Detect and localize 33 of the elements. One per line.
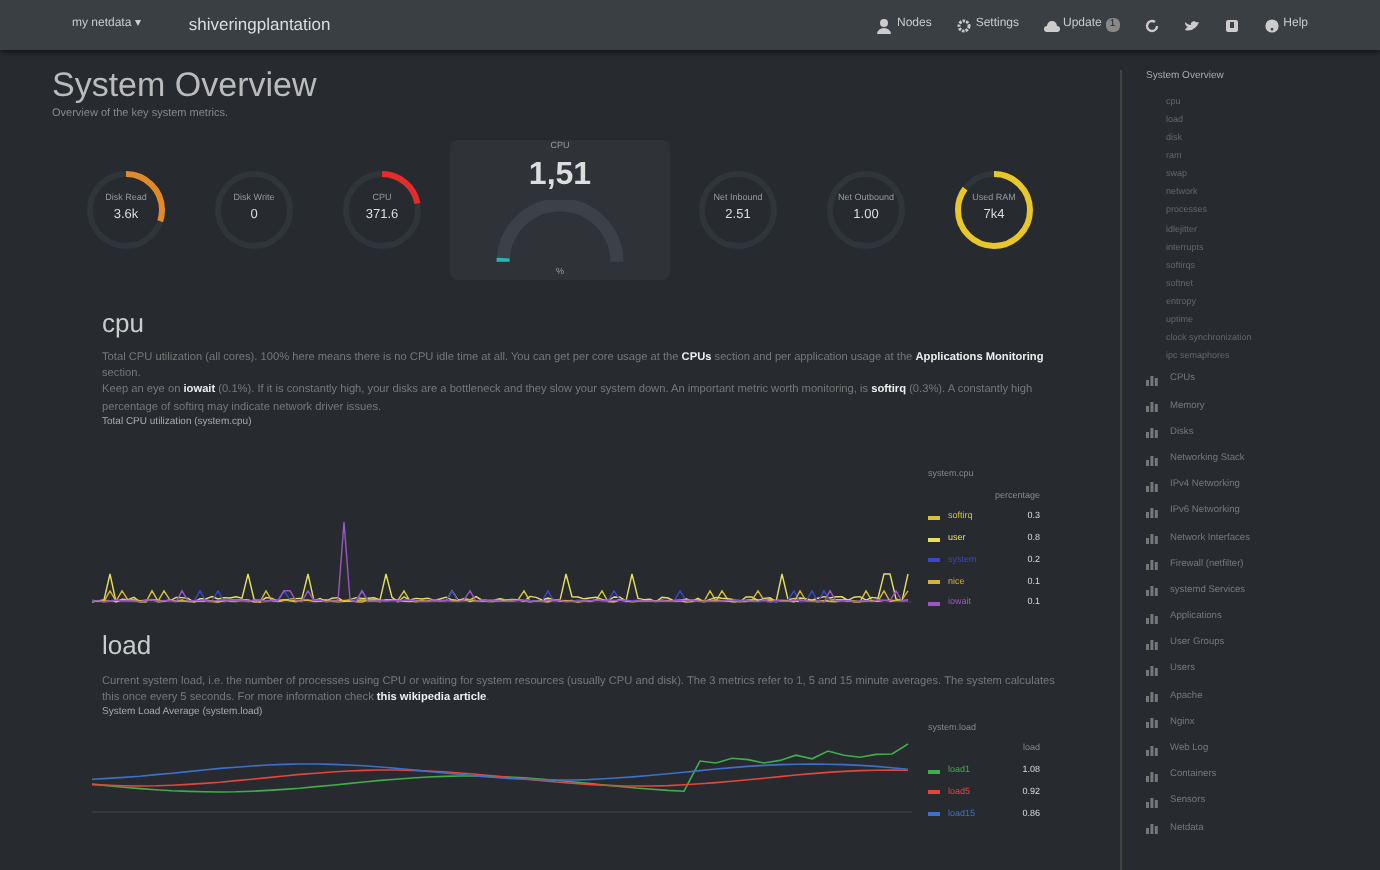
gauge-ring [950, 165, 1038, 254]
refresh-icon [1143, 17, 1160, 33]
bird-icon [1183, 17, 1200, 33]
chart-icon [1146, 558, 1158, 571]
gauge-ring [338, 165, 426, 254]
chart-icon [1146, 373, 1158, 386]
person-icon [876, 17, 893, 33]
host-name: shiveringplantation [188, 12, 331, 38]
section-title: load [102, 630, 154, 662]
chart-icon [1146, 716, 1158, 729]
gauge-ring [82, 165, 170, 254]
chart-icon [1146, 532, 1158, 545]
gauge-value: 1,51 [528, 156, 592, 197]
cloud-icon [1043, 17, 1060, 33]
chart-icon [1146, 769, 1158, 782]
chart-icon [1146, 400, 1158, 413]
page-title: System Overview [52, 66, 319, 107]
chart-icon [1146, 690, 1158, 703]
section-title: cpu [102, 307, 146, 339]
chart-icon [1146, 637, 1158, 650]
help-icon [1263, 17, 1280, 33]
square-icon [1223, 17, 1240, 33]
chart-icon [1146, 479, 1158, 492]
settings-icon [955, 17, 972, 33]
chart-icon [1146, 743, 1158, 756]
chart-icon [1146, 822, 1158, 835]
chart-icon [1146, 426, 1158, 439]
chart-icon [1146, 611, 1158, 624]
chart-icon [1146, 505, 1158, 518]
chart-icon [1146, 453, 1158, 466]
chart-icon [1146, 584, 1158, 597]
chart-icon [1146, 795, 1158, 808]
chart-icon [1146, 664, 1158, 677]
